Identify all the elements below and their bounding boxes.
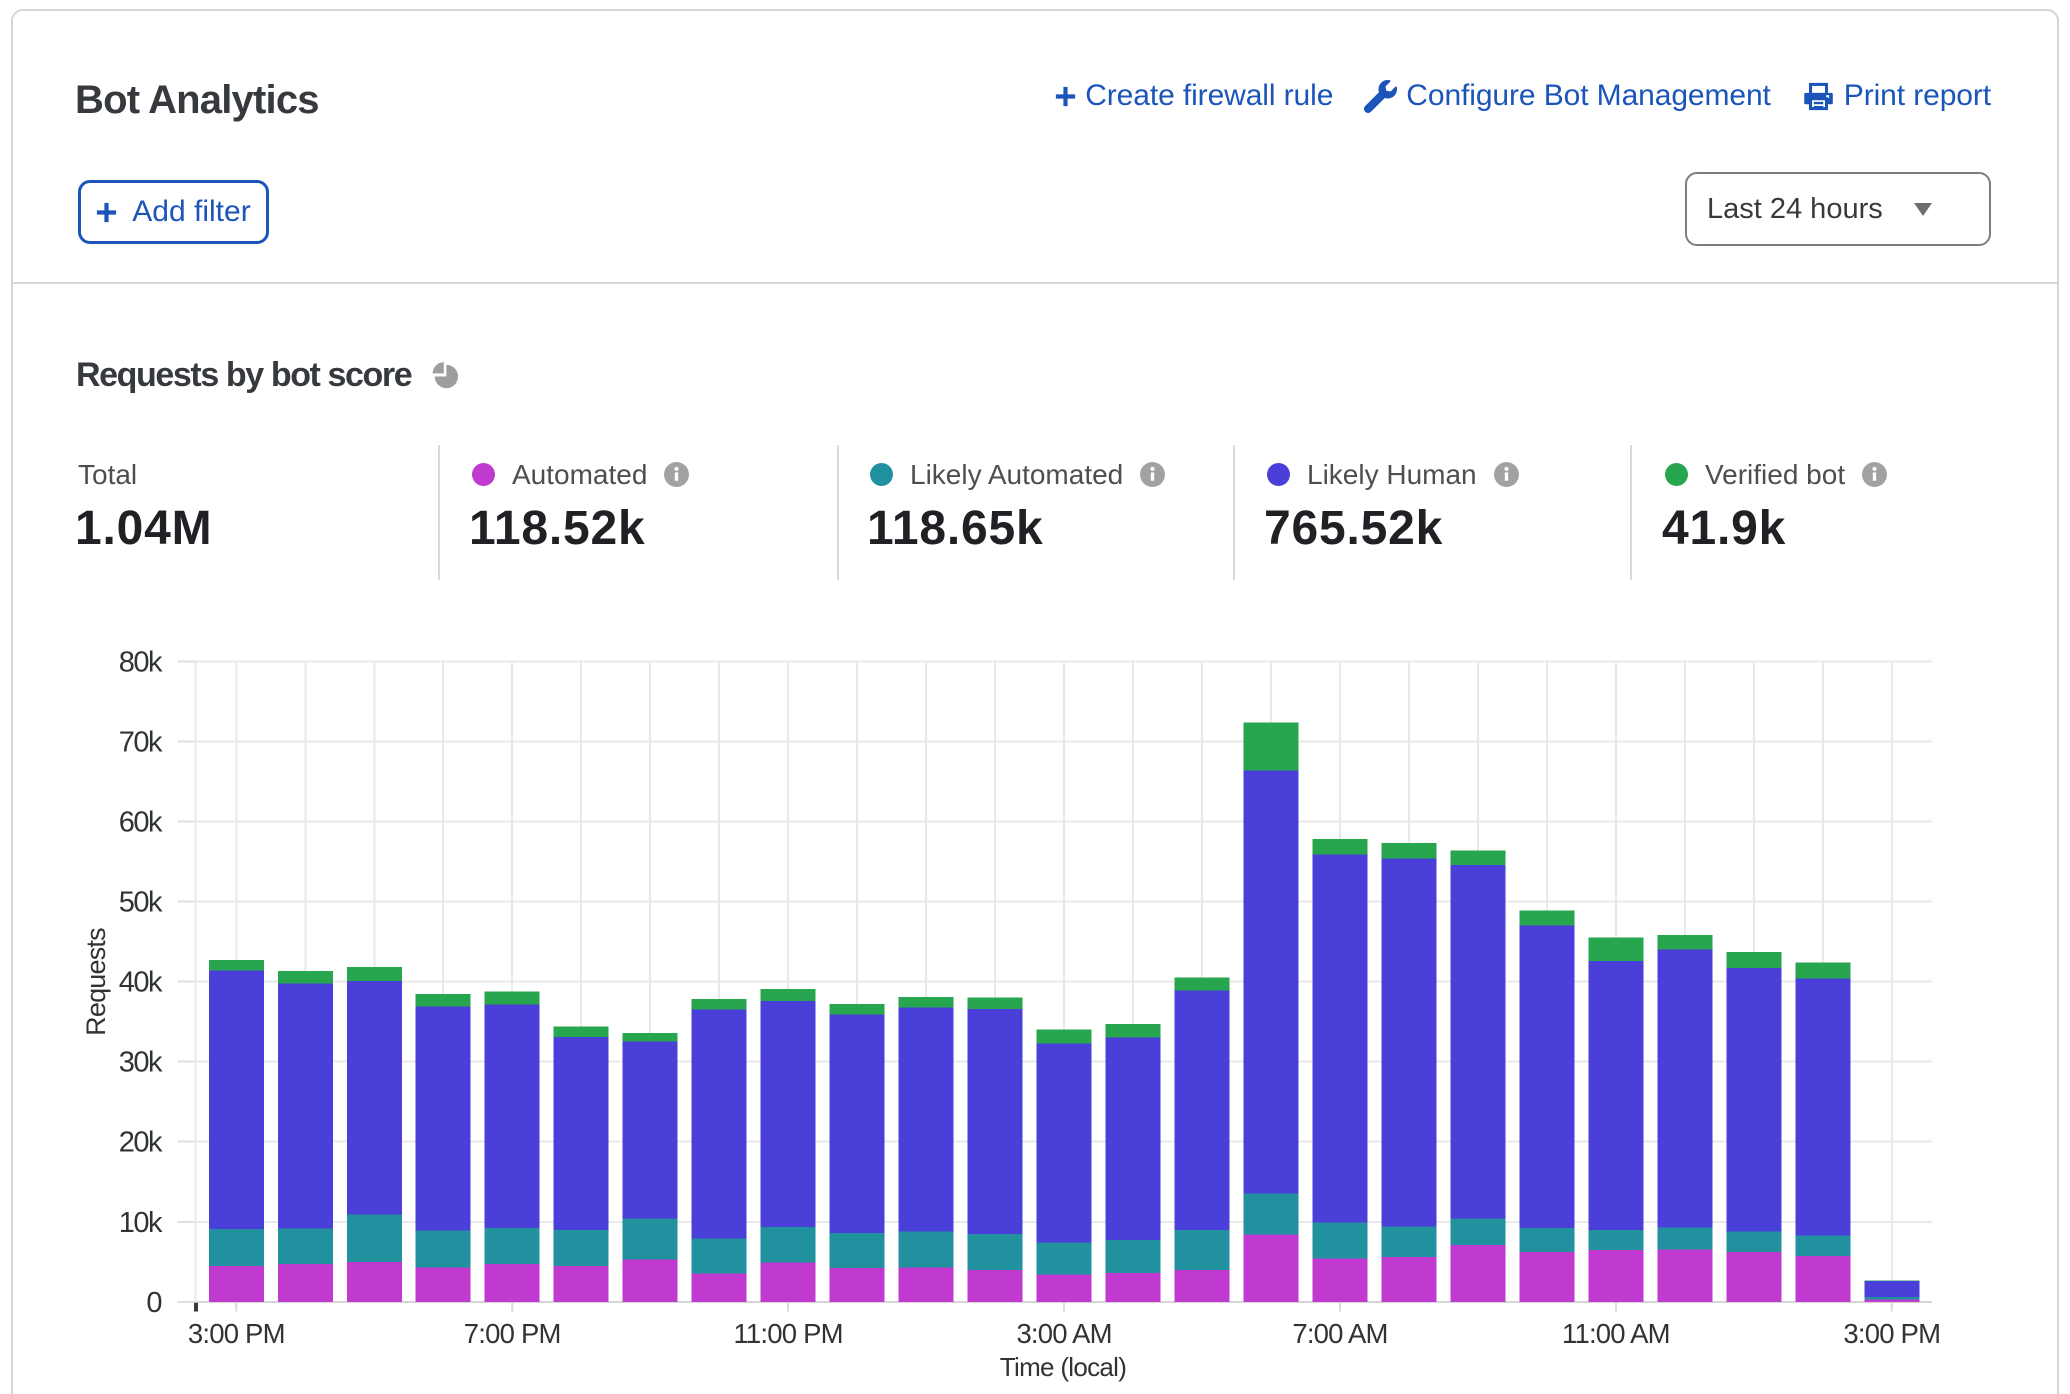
svg-text:60k: 60k	[119, 807, 163, 839]
svg-text:70k: 70k	[119, 726, 163, 758]
svg-text:0: 0	[146, 1287, 161, 1319]
svg-text:Time (local): Time (local)	[1000, 1352, 1126, 1382]
svg-text:3:00 PM: 3:00 PM	[188, 1318, 285, 1349]
svg-text:30k: 30k	[119, 1047, 163, 1079]
svg-text:Requests: Requests	[81, 928, 111, 1036]
svg-text:7:00 AM: 7:00 AM	[1292, 1318, 1387, 1349]
svg-text:50k: 50k	[119, 887, 163, 919]
svg-text:20k: 20k	[119, 1127, 163, 1159]
svg-text:3:00 PM: 3:00 PM	[1843, 1318, 1940, 1349]
svg-text:10k: 10k	[119, 1207, 163, 1239]
svg-text:40k: 40k	[119, 967, 163, 999]
svg-text:11:00 AM: 11:00 AM	[1562, 1318, 1670, 1349]
svg-text:7:00 PM: 7:00 PM	[464, 1318, 561, 1349]
svg-text:11:00 PM: 11:00 PM	[733, 1318, 842, 1349]
svg-text:3:00 AM: 3:00 AM	[1016, 1318, 1111, 1349]
svg-text:80k: 80k	[119, 646, 163, 678]
